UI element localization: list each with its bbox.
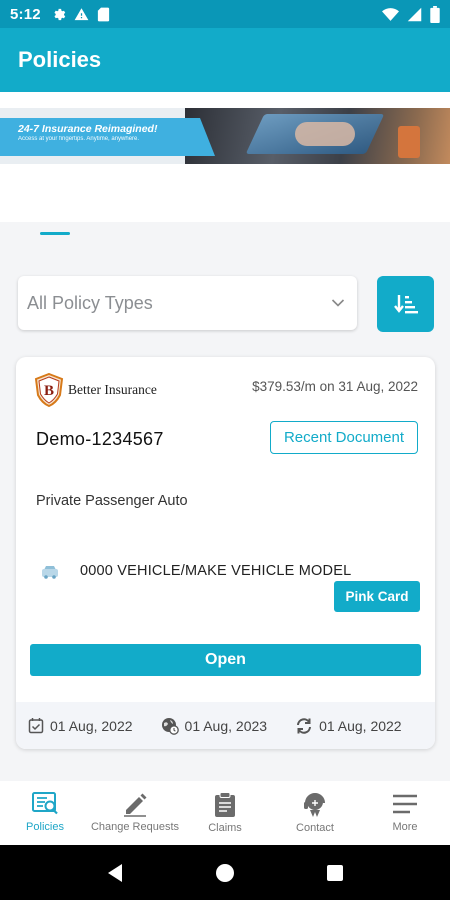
nav-label-contact: Contact xyxy=(296,822,334,834)
nav-label-more: More xyxy=(392,821,418,833)
expiration-date: 01 Aug, 2023 xyxy=(161,717,268,735)
vehicle-name: 0000 VEHICLE/MAKE VEHICLE MODEL xyxy=(80,563,352,579)
nav-label-claims: Claims xyxy=(208,822,242,834)
support-agent-icon xyxy=(304,793,325,817)
nav-item-change-requests[interactable]: Change Requests xyxy=(90,781,180,845)
page-title: Policies xyxy=(18,47,102,72)
globe-clock-icon xyxy=(161,717,179,735)
renewal-date-value: 01 Aug, 2022 xyxy=(319,717,402,734)
policy-number: Demo-1234567 xyxy=(36,429,164,449)
home-icon[interactable] xyxy=(215,863,235,883)
recents-icon[interactable] xyxy=(326,864,344,882)
nav-label-policies: Policies xyxy=(26,821,64,833)
signal-icon xyxy=(407,7,422,21)
policies-screen: 5:12 Policies 24-7 Insurance Reimagined!… xyxy=(0,0,450,900)
nav-item-claims[interactable]: Claims xyxy=(180,781,270,845)
settings-icon xyxy=(54,8,66,20)
sort-button[interactable] xyxy=(377,276,434,332)
car-icon xyxy=(42,566,58,579)
banner-area: 24-7 Insurance Reimagined! Access at you… xyxy=(0,92,450,222)
open-policy-button[interactable]: Open xyxy=(30,644,421,676)
nav-label-change-requests: Change Requests xyxy=(90,821,180,833)
promo-banner[interactable]: 24-7 Insurance Reimagined! Access at you… xyxy=(0,108,450,164)
sort-icon xyxy=(393,295,418,314)
banner-subline: Access at your fingertips. Anytime, anyw… xyxy=(18,136,140,142)
effective-date-value: 01 Aug, 2022 xyxy=(50,717,133,734)
pencil-icon xyxy=(124,793,147,817)
expiration-date-value: 01 Aug, 2023 xyxy=(184,717,268,734)
renewal-date: 01 Aug, 2022 xyxy=(295,717,402,735)
page-indicator xyxy=(40,232,70,235)
back-icon[interactable] xyxy=(106,863,124,883)
nav-item-contact[interactable]: Contact xyxy=(270,781,360,845)
chevron-down-icon xyxy=(331,299,345,307)
pink-card-button[interactable]: Pink Card xyxy=(334,581,420,612)
clipboard-icon xyxy=(215,792,235,817)
nav-item-more[interactable]: More xyxy=(360,781,450,845)
status-time: 5:12 xyxy=(10,5,41,23)
sd-card-icon xyxy=(97,7,109,21)
menu-icon xyxy=(393,794,417,814)
policy-type-dropdown[interactable]: All Policy Types xyxy=(18,276,357,330)
banner-tag: 24-7 Insurance Reimagined! Access at you… xyxy=(0,118,215,156)
bottom-navigation: Policies Change Requests Claims Contact … xyxy=(0,781,450,845)
wifi-icon xyxy=(382,7,399,21)
nav-item-policies[interactable]: Policies xyxy=(0,781,90,845)
premium-due: $379.53/m on 31 Aug, 2022 xyxy=(252,379,418,394)
insurer-name: Better Insurance xyxy=(68,382,157,397)
shield-logo-icon: B xyxy=(34,373,64,407)
app-bar: Policies xyxy=(0,28,450,92)
recent-document-button[interactable]: Recent Document xyxy=(270,421,418,454)
logo-letter: B xyxy=(44,383,54,399)
battery-icon xyxy=(430,5,440,23)
policies-icon xyxy=(32,792,58,815)
effective-date: 01 Aug, 2022 xyxy=(28,717,133,734)
warning-icon xyxy=(74,7,89,20)
refresh-icon xyxy=(297,717,312,734)
calendar-check-icon xyxy=(28,718,44,734)
insurer-logo: B Better Insurance xyxy=(34,373,157,407)
policy-card[interactable]: B Better Insurance $379.53/m on 31 Aug, … xyxy=(16,357,435,749)
policy-type: Private Passenger Auto xyxy=(36,493,188,509)
system-navigation-bar xyxy=(0,845,450,900)
status-bar: 5:12 xyxy=(0,0,450,28)
banner-photo xyxy=(185,108,450,164)
policy-dates: 01 Aug, 2022 01 Aug, 2023 01 Aug, 2022 xyxy=(16,702,435,749)
banner-headline: 24-7 Insurance Reimagined! xyxy=(18,123,158,135)
policy-type-value: All Policy Types xyxy=(27,292,153,313)
